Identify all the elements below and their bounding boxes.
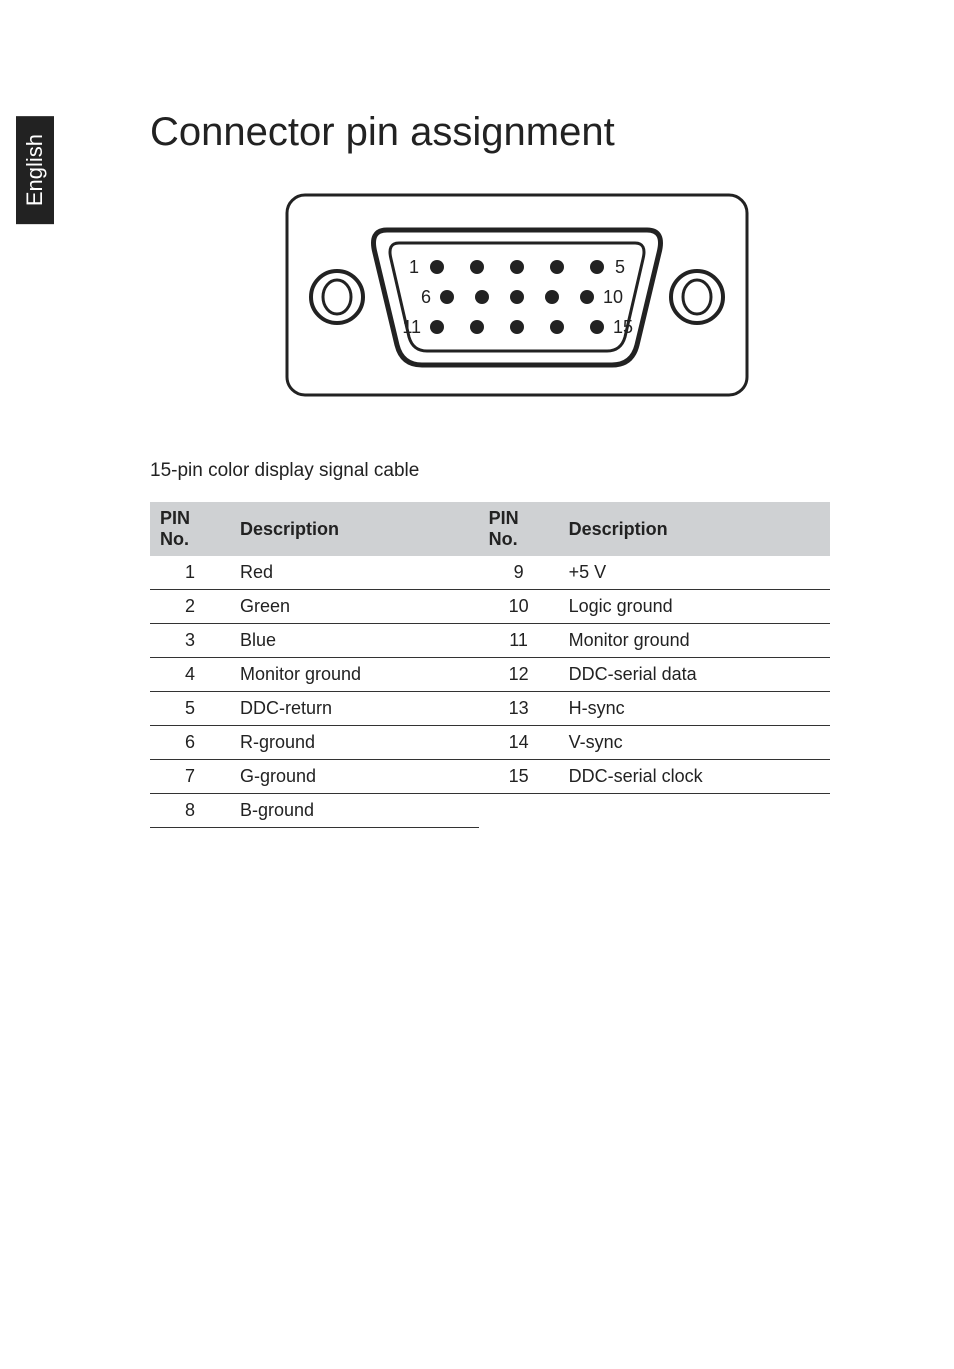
col-desc-left: Description bbox=[230, 502, 479, 556]
desc-cell: DDC-return bbox=[230, 692, 479, 726]
desc-cell: DDC-serial data bbox=[559, 658, 830, 692]
desc-cell: B-ground bbox=[230, 794, 479, 828]
pin-label-1: 1 bbox=[409, 257, 419, 277]
pin-no-cell: 4 bbox=[150, 658, 230, 692]
table-caption: 15-pin color display signal cable bbox=[150, 460, 884, 482]
table-row: 3Blue11Monitor ground bbox=[150, 624, 830, 658]
desc-cell: G-ground bbox=[230, 760, 479, 794]
pin-no-cell: 1 bbox=[150, 556, 230, 590]
desc-cell: Monitor ground bbox=[230, 658, 479, 692]
page-title: Connector pin assignment bbox=[150, 110, 884, 155]
desc-cell: V-sync bbox=[559, 726, 830, 760]
desc-cell: +5 V bbox=[559, 556, 830, 590]
pin-no-cell bbox=[479, 794, 559, 828]
pin-no-cell: 12 bbox=[479, 658, 559, 692]
pin-no-cell: 7 bbox=[150, 760, 230, 794]
pin-label-6: 6 bbox=[421, 287, 431, 307]
language-tab: English bbox=[16, 116, 54, 224]
col-pin-no-right: PIN No. bbox=[479, 502, 559, 556]
pin-no-cell: 3 bbox=[150, 624, 230, 658]
table-row: 2Green10Logic ground bbox=[150, 590, 830, 624]
pin-no-cell: 11 bbox=[479, 624, 559, 658]
table-row: 7G-ground15DDC-serial clock bbox=[150, 760, 830, 794]
pin-no-cell: 14 bbox=[479, 726, 559, 760]
desc-cell: DDC-serial clock bbox=[559, 760, 830, 794]
pin-label-10: 10 bbox=[603, 287, 623, 307]
desc-cell: Monitor ground bbox=[559, 624, 830, 658]
table-row: 8B-ground bbox=[150, 794, 830, 828]
table-row: 5DDC-return13H-sync bbox=[150, 692, 830, 726]
pin-no-cell: 6 bbox=[150, 726, 230, 760]
col-pin-no-left: PIN No. bbox=[150, 502, 230, 556]
desc-cell: Green bbox=[230, 590, 479, 624]
desc-cell: H-sync bbox=[559, 692, 830, 726]
pin-assignment-table: PIN No. Description PIN No. Description … bbox=[150, 502, 830, 828]
desc-cell bbox=[559, 794, 830, 828]
col-desc-right: Description bbox=[559, 502, 830, 556]
pin-label-5: 5 bbox=[615, 257, 625, 277]
pin-no-cell: 13 bbox=[479, 692, 559, 726]
pin-no-cell: 9 bbox=[479, 556, 559, 590]
desc-cell: Blue bbox=[230, 624, 479, 658]
pin-no-cell: 15 bbox=[479, 760, 559, 794]
pin-label-11: 11 bbox=[402, 317, 421, 337]
table-row: 4Monitor ground12DDC-serial data bbox=[150, 658, 830, 692]
pin-no-cell: 2 bbox=[150, 590, 230, 624]
pin-no-cell: 5 bbox=[150, 692, 230, 726]
page-content: Connector pin assignment 1 5 6 10 bbox=[0, 0, 954, 828]
desc-cell: R-ground bbox=[230, 726, 479, 760]
pin-label-15: 15 bbox=[613, 317, 633, 337]
pin-no-cell: 10 bbox=[479, 590, 559, 624]
table-row: 1Red9+5 V bbox=[150, 556, 830, 590]
connector-diagram: 1 5 6 10 11 15 bbox=[150, 185, 884, 410]
pin-no-cell: 8 bbox=[150, 794, 230, 828]
desc-cell: Red bbox=[230, 556, 479, 590]
desc-cell: Logic ground bbox=[559, 590, 830, 624]
table-row: 6R-ground14V-sync bbox=[150, 726, 830, 760]
